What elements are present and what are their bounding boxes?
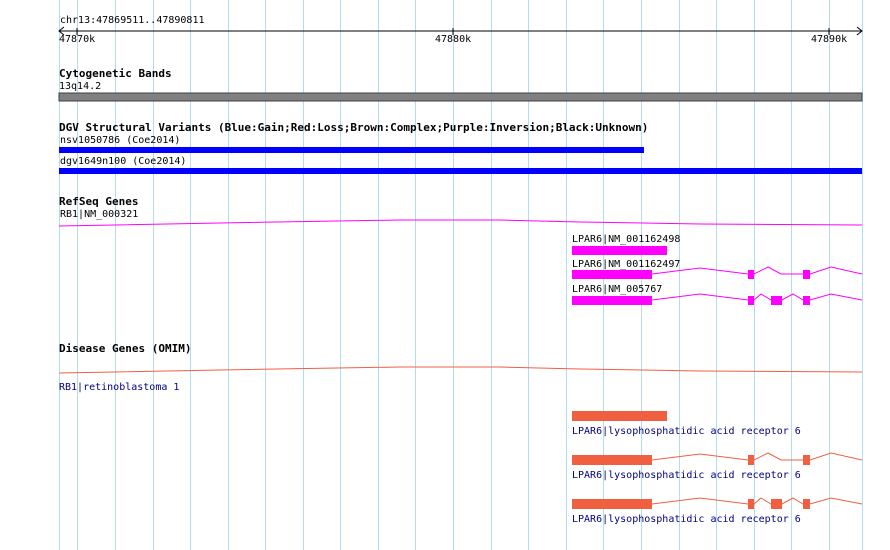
omim-gene-rb1[interactable] (58, 366, 863, 374)
refseq-gene-lpar6-nm-001162498[interactable] (572, 246, 667, 255)
omim-gene-lpar6-1[interactable] (572, 411, 667, 421)
refseq-track-title: RefSeq Genes (59, 195, 139, 208)
dgv-variant-nsv1050786[interactable] (59, 147, 644, 153)
refseq-gene-label[interactable]: LPAR6|NM_001162498 (572, 234, 680, 245)
ruler-tick-label: 47890k (811, 34, 848, 45)
refseq-gene-label[interactable]: LPAR6|NM_001162497 (572, 259, 680, 270)
cytoband-label: 13q14.2 (59, 81, 102, 92)
refseq-gene-label[interactable]: LPAR6|NM_005767 (572, 284, 662, 295)
dgv-track-title: DGV Structural Variants (Blue:Gain;Red:L… (59, 121, 649, 134)
omim-track-title: Disease Genes (OMIM) (59, 342, 192, 355)
omim-gene-label[interactable]: LPAR6|lysophosphatidic acid receptor 6 (572, 514, 801, 525)
region-label: chr13:47869511..47890811 (60, 15, 205, 26)
dgv-variant-dgv1649n100[interactable] (59, 168, 862, 174)
omim-gene-label[interactable]: RB1|retinoblastoma 1 (59, 382, 179, 393)
cytoband-track-title: Cytogenetic Bands (59, 67, 172, 80)
refseq-gene-label[interactable]: RB1|NM_000321 (60, 209, 138, 220)
dgv-feature-label[interactable]: dgv1649n100 (Coe2014) (60, 156, 186, 167)
refseq-gene-rb1[interactable] (58, 219, 863, 227)
omim-gene-label[interactable]: LPAR6|lysophosphatidic acid receptor 6 (572, 470, 801, 481)
dgv-feature-label[interactable]: nsv1050786 (Coe2014) (60, 135, 180, 146)
track-grid (58, 0, 863, 550)
genome-browser-view: chr13:47869511..47890811 47870k 47880k 4… (0, 0, 890, 550)
ruler-tick-label: 47870k (59, 34, 96, 45)
cytoband-13q14.2[interactable] (58, 92, 863, 102)
omim-gene-label[interactable]: LPAR6|lysophosphatidic acid receptor 6 (572, 426, 801, 437)
ruler-tick-label: 47880k (435, 34, 472, 45)
